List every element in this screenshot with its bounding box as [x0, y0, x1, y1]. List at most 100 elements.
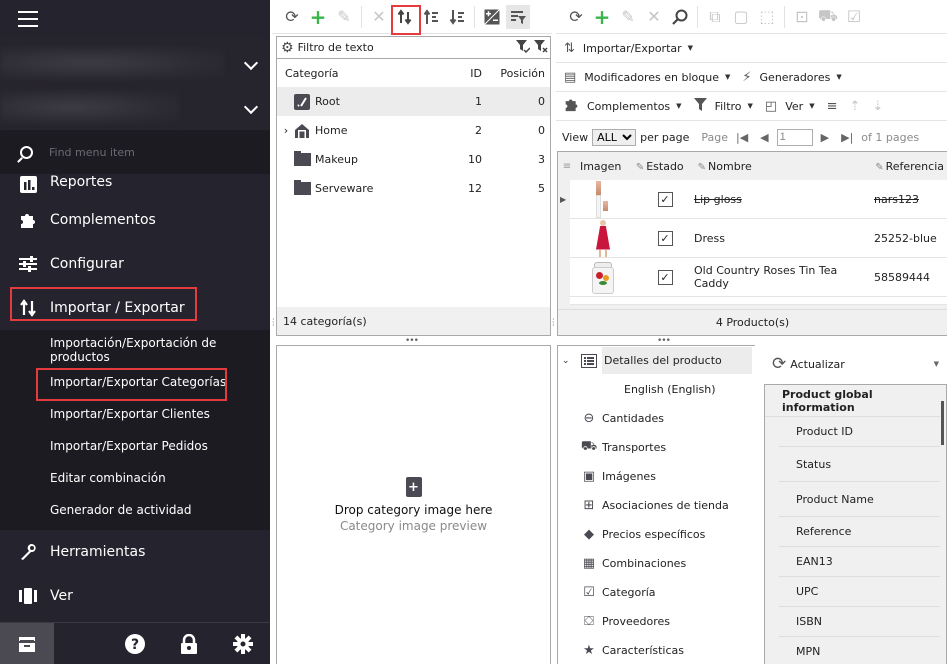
details-item-precios[interactable]: ◆ Precios específicos [558, 520, 755, 549]
sidebar-item-configurar[interactable]: Configurar [0, 242, 270, 286]
sort-down-icon[interactable]: ⇣ [872, 99, 883, 114]
info-field[interactable]: EAN13 [779, 547, 940, 577]
details-item-combinaciones[interactable]: ▦ Combinaciones [558, 549, 755, 578]
details-header[interactable]: ⌄ Detalles del producto [558, 346, 755, 375]
column-header-reference[interactable]: ✎ Referencia [875, 160, 947, 173]
select-button[interactable]: ⬚ [755, 5, 779, 29]
details-item-cantidades[interactable]: ⊖ Cantidades [558, 404, 755, 433]
settings-button[interactable] [216, 623, 270, 664]
submenu-item-products[interactable]: Importación/Exportación de productos [0, 334, 270, 366]
per-page-select[interactable]: ALL [592, 128, 637, 146]
column-header-id[interactable]: ID [447, 67, 482, 80]
import-export-button[interactable] [391, 4, 421, 35]
refresh-button[interactable]: ⟳ [564, 5, 588, 29]
generators-menu[interactable]: Generadores [760, 71, 831, 84]
refresh-button[interactable]: Actualizar [790, 358, 845, 371]
filter-menu[interactable]: Filtro [715, 100, 742, 113]
product-row[interactable]: ▶ ✓ Lip gloss nars123 [560, 180, 947, 219]
prev-page-icon[interactable]: ◀ [760, 131, 768, 144]
details-item-transportes[interactable]: ⛟ Transportes [558, 433, 755, 462]
expand-collapse-button[interactable] [480, 5, 504, 29]
product-row[interactable]: ✓ Old Country Roses Tin Tea Caddy 585894… [570, 258, 947, 297]
submenu-item-combinations[interactable]: Editar combinación [0, 462, 270, 494]
details-item-proveedores[interactable]: ⛋ Proveedores [558, 607, 755, 636]
copy-button[interactable]: ⧉ [703, 5, 727, 29]
last-page-icon[interactable]: ▶| [841, 131, 853, 144]
status-checkbox[interactable]: ✓ [657, 269, 673, 285]
blurred-store-selector[interactable] [0, 46, 225, 80]
column-header-category[interactable]: Categoría [277, 67, 447, 80]
scrollbar-thumb[interactable] [941, 401, 944, 445]
view-menu[interactable]: Ver [785, 100, 803, 113]
details-item-caracteristicas[interactable]: ★ Características [558, 636, 755, 664]
clear-filter-icon[interactable] [532, 39, 550, 57]
column-header-position[interactable]: Posición [482, 67, 547, 80]
info-field[interactable]: Status [779, 447, 940, 482]
product-row-partial[interactable] [570, 297, 947, 305]
category-row[interactable]: Root 1 0 [277, 87, 550, 116]
category-image-dropzone[interactable]: + Drop category image here Category imag… [276, 345, 551, 664]
chevron-down-icon[interactable]: ⌄ [562, 356, 576, 366]
chevron-down-icon[interactable] [243, 55, 259, 71]
blurred-store-selector[interactable] [0, 90, 180, 124]
info-field[interactable]: Product Name [779, 482, 940, 517]
import-export-menu[interactable]: Importar/Exportar [583, 42, 682, 55]
info-field[interactable]: ISBN [779, 607, 940, 637]
remove-carrier-button[interactable]: ⛟ [816, 5, 840, 29]
status-checkbox[interactable]: ✓ [657, 230, 673, 246]
info-field[interactable]: UPC [779, 577, 940, 607]
details-language[interactable]: English (English) [558, 375, 755, 404]
edit-button[interactable]: ✎ [616, 5, 640, 29]
delete-button[interactable]: ✕ [642, 5, 666, 29]
apply-filter-icon[interactable] [514, 39, 532, 57]
vertical-splitter[interactable]: · · · [552, 316, 555, 330]
chevron-down-icon[interactable] [243, 99, 259, 115]
chevron-right-icon[interactable]: › [279, 124, 293, 137]
edit-button[interactable]: ✎ [332, 5, 356, 29]
move-up-button[interactable] [419, 5, 443, 29]
sidebar-item-complementos[interactable]: Complementos [0, 198, 270, 242]
column-header-name[interactable]: ✎ Nombre [698, 160, 876, 173]
search-button[interactable] [668, 5, 692, 29]
info-field[interactable]: MPN [779, 637, 940, 664]
next-page-icon[interactable]: ▶ [821, 131, 829, 144]
assign-category-button[interactable]: ⊡ [790, 5, 814, 29]
menu-search-input[interactable] [49, 145, 249, 159]
add-button[interactable]: + [306, 5, 330, 29]
page-input[interactable] [776, 128, 813, 146]
help-button[interactable]: ? [108, 623, 162, 664]
paste-button[interactable]: ▢ [729, 5, 753, 29]
status-checkbox[interactable]: ✓ [657, 191, 673, 207]
sort-alpha-icon[interactable]: ≡ [827, 99, 838, 114]
sort-up-icon[interactable]: ⇡ [849, 99, 860, 114]
delete-button[interactable]: ✕ [367, 5, 391, 29]
submenu-item-customers[interactable]: Importar/Exportar Clientes [0, 398, 270, 430]
hamburger-menu-icon[interactable] [18, 11, 38, 27]
bulk-modifiers-menu[interactable]: Modificadores en bloque [584, 71, 719, 84]
category-row[interactable]: › Home 2 0 [277, 116, 550, 145]
filter-toggle-button[interactable] [506, 4, 530, 29]
sidebar-item-importar-exportar[interactable]: Importar / Exportar [0, 286, 270, 330]
submenu-item-orders[interactable]: Importar/Exportar Pedidos [0, 430, 270, 462]
details-item-categoria[interactable]: ☑ Categoría [558, 578, 755, 607]
caret-down-icon[interactable]: ▼ [934, 360, 939, 368]
gear-icon[interactable]: ⚙ [281, 40, 294, 56]
sidebar-item-reportes[interactable]: Reportes [0, 174, 270, 198]
details-item-imagenes[interactable]: ▣ Imágenes [558, 462, 755, 491]
product-row[interactable]: ✓ Dress 25252-blue [570, 219, 947, 258]
info-field[interactable]: Product ID [779, 417, 940, 447]
store-button[interactable] [0, 622, 54, 664]
category-row[interactable]: Makeup 10 3 [277, 145, 550, 174]
first-page-icon[interactable]: |◀ [736, 131, 748, 144]
column-menu-icon[interactable]: ≡ [558, 161, 576, 172]
sidebar-item-herramientas[interactable]: Herramientas [0, 530, 270, 574]
verify-button[interactable]: ☑ [842, 5, 866, 29]
refresh-button[interactable]: ⟳ [280, 5, 304, 29]
submenu-item-categories[interactable]: Importar/Exportar Categorías [0, 366, 270, 401]
add-button[interactable]: + [590, 5, 614, 29]
move-down-button[interactable] [445, 5, 469, 29]
text-filter-input[interactable] [297, 41, 514, 54]
column-header-image[interactable]: Imagen [576, 160, 636, 173]
vertical-splitter[interactable]: · · · [272, 316, 275, 330]
details-item-asociaciones[interactable]: ⊞ Asociaciones de tienda [558, 491, 755, 520]
